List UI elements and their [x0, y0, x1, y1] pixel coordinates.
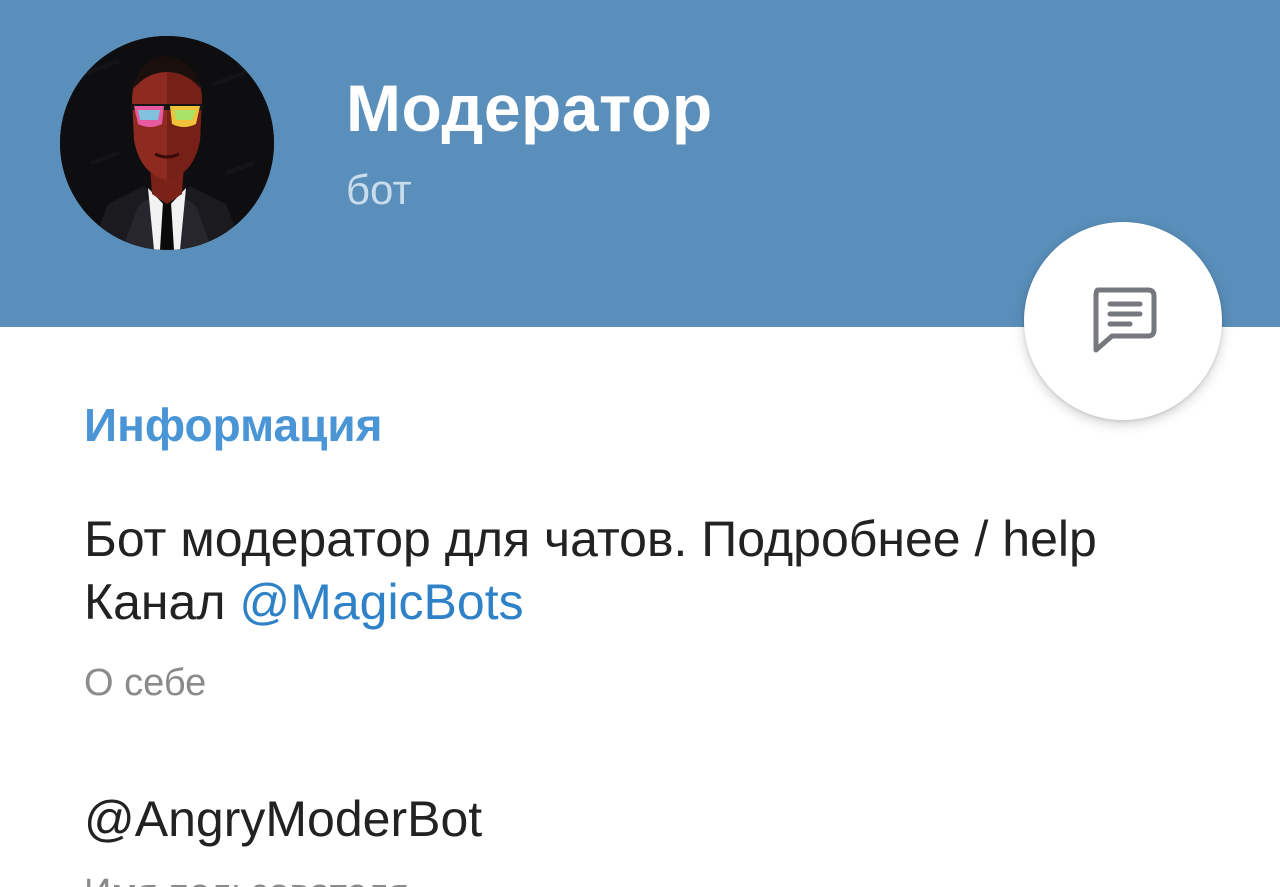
profile-name: Модератор — [346, 71, 713, 145]
bio-body: Бот модератор для чатов. Подробнее / hel… — [84, 511, 1097, 630]
bio-caption: О себе — [84, 662, 207, 704]
send-message-button[interactable] — [1024, 222, 1222, 420]
avatar-image — [60, 36, 274, 250]
profile-page: Модератор бот Информация Бот модератор д… — [0, 0, 1280, 887]
username-value[interactable]: @AngryModerBot — [84, 790, 482, 848]
profile-status: бот — [346, 166, 412, 213]
message-icon — [1093, 287, 1157, 353]
username-caption: Имя пользователя — [84, 872, 409, 887]
bio-text[interactable]: Бот модератор для чатов. Подробнее / hel… — [84, 508, 1144, 634]
channel-link[interactable]: @MagicBots — [239, 574, 523, 630]
info-section-title: Информация — [84, 399, 383, 451]
profile-avatar[interactable] — [60, 36, 274, 250]
